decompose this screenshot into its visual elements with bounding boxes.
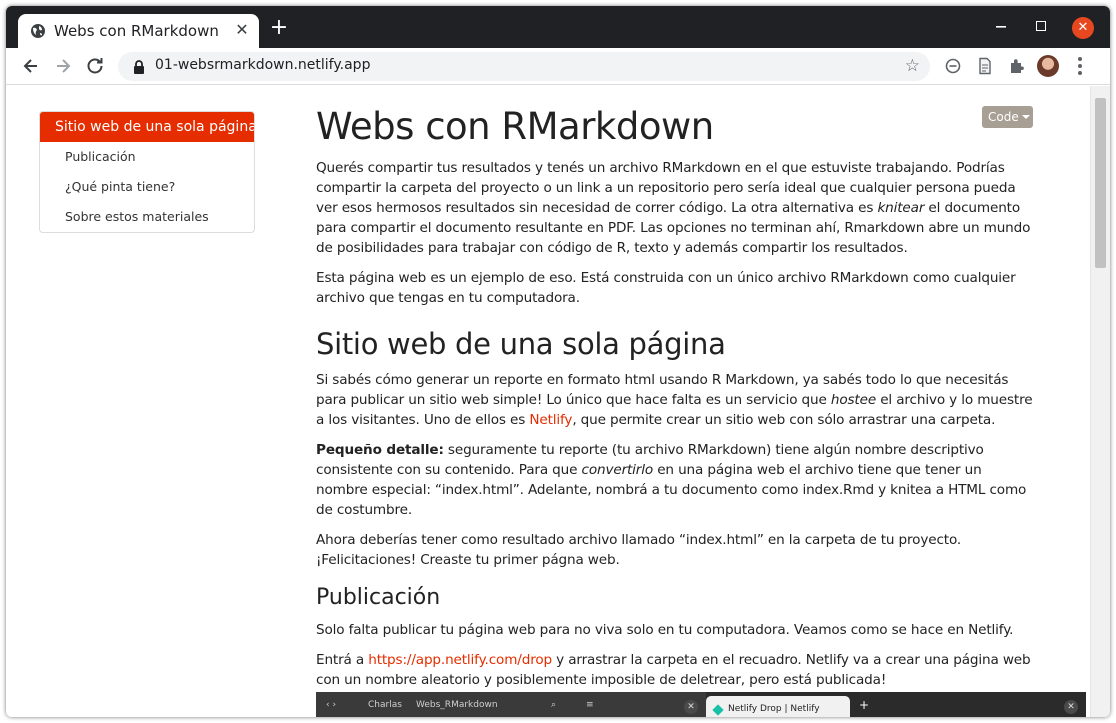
new-tab-button[interactable]: + [269, 17, 289, 39]
embedded-close-icon: ✕ [684, 700, 698, 714]
intro-paragraph-1: Querés compartir tus resultados y tenés … [316, 158, 1036, 258]
embedded-file-manager-bar: ‹ › Charlas Webs_RMarkdown ⌕ ≡ ✕ [316, 692, 706, 717]
forward-arrow-icon[interactable] [53, 56, 73, 76]
table-of-contents: Sitio web de una sola página Publicación… [39, 111, 255, 233]
section-heading-sitio-web: Sitio web de una sola página [316, 327, 726, 361]
block-icon[interactable] [944, 57, 962, 75]
page-viewport: Sitio web de una sola página Publicación… [6, 86, 1090, 717]
globe-icon [31, 24, 45, 38]
bold-text: Pequeño detalle: [316, 442, 444, 458]
toc-item-publicacion[interactable]: Publicación [40, 142, 254, 172]
browser-tab[interactable]: Webs con RMarkdown ✕ [18, 14, 259, 48]
browser-toolbar: 01-websrmarkdown.netlify.app ☆ [6, 48, 1110, 85]
tab-close-icon[interactable]: ✕ [233, 21, 251, 39]
emphasis-text: knitear [877, 200, 925, 216]
document-icon[interactable] [976, 57, 994, 75]
back-arrow-icon[interactable] [21, 56, 41, 76]
emphasis-text: convertirlo [581, 462, 654, 478]
address-bar[interactable]: 01-websrmarkdown.netlify.app ☆ [118, 52, 930, 81]
section1-paragraph-1: Si sabés cómo generar un reporte en form… [316, 370, 1036, 430]
netlify-link[interactable]: Netlify [529, 412, 572, 428]
text-span: Entrá a [316, 652, 369, 668]
page-title: Webs con RMarkdown [316, 105, 714, 148]
emphasis-text: hostee [830, 392, 877, 408]
browser-window: Webs con RMarkdown ✕ + ✕ 01-websrmarkdow… [6, 6, 1110, 717]
extensions-puzzle-icon[interactable] [1008, 57, 1026, 75]
section-heading-publicacion: Publicación [316, 585, 441, 610]
maximize-icon[interactable] [1036, 21, 1046, 31]
embedded-search-icon: ⌕ [551, 700, 557, 710]
intro-paragraph-2: Esta página web es un ejemplo de eso. Es… [316, 270, 1016, 306]
embedded-nav-arrows: ‹ › [326, 700, 337, 710]
minimize-icon[interactable] [994, 18, 1010, 34]
window-close-button[interactable]: ✕ [1072, 17, 1094, 39]
main-content: Webs con RMarkdown Querés compartir tus … [316, 104, 1036, 700]
text-span: , que permite crear un sitio web con sól… [572, 412, 996, 428]
toc-item-sobre-materiales[interactable]: Sobre estos materiales [40, 202, 254, 232]
bookmark-star-icon[interactable]: ☆ [905, 56, 920, 76]
embedded-new-tab-icon: + [859, 698, 870, 712]
embedded-menu-icon: ≡ [586, 700, 594, 710]
netlify-logo-icon [712, 704, 724, 716]
embedded-browser-tab: Netlify Drop | Netlify [706, 696, 850, 717]
section1-paragraph-3: Ahora deberías tener como resultado arch… [316, 532, 962, 568]
lock-icon[interactable] [132, 59, 146, 75]
tab-strip: Webs con RMarkdown ✕ + ✕ [6, 6, 1110, 48]
section2-paragraph-2: Entrá a https://app.netlify.com/drop y a… [316, 650, 1036, 690]
menu-kebab-icon[interactable] [1077, 55, 1083, 77]
profile-avatar[interactable] [1037, 55, 1059, 77]
embedded-window-close-icon: ✕ [1064, 700, 1078, 714]
section2-paragraph-1: Solo falta publicar tu página web para n… [316, 622, 1014, 638]
embedded-tab-title: Netlify Drop | Netlify [728, 704, 820, 714]
toc-item-que-pinta-tiene[interactable]: ¿Qué pinta tiene? [40, 172, 254, 202]
scrollbar-thumb[interactable] [1095, 98, 1106, 268]
reload-icon[interactable] [85, 56, 105, 76]
netlify-drop-link[interactable]: https://app.netlify.com/drop [368, 652, 552, 668]
tab-title: Webs con RMarkdown [54, 22, 219, 40]
section1-paragraph-2: Pequeño detalle: seguramente tu reporte … [316, 440, 1036, 520]
toc-item-sitio-web[interactable]: Sitio web de una sola página [40, 112, 254, 142]
url-text: 01-websrmarkdown.netlify.app [155, 57, 371, 73]
embedded-crumb-webs: Webs_RMarkdown [416, 700, 498, 710]
vertical-scrollbar[interactable] [1090, 86, 1110, 717]
embedded-crumb-charlas: Charlas [368, 700, 402, 710]
embedded-screenshot: ‹ › Charlas Webs_RMarkdown ⌕ ≡ ✕ Netlify… [316, 692, 1086, 717]
